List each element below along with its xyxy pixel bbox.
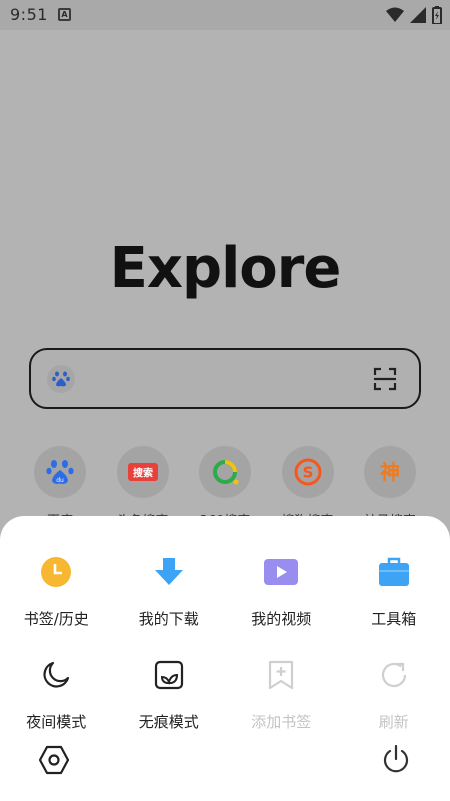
menu-incognito-mode[interactable]: 无痕模式 (113, 657, 226, 732)
menu-refresh[interactable]: 刷新 (338, 657, 450, 732)
bottom-menu-sheet: 书签/历史 我的下载 我的视频 工具箱 夜间模式 无痕模式 添加书签 刷新 (0, 516, 450, 801)
clock-icon (38, 554, 74, 590)
refresh-icon (376, 657, 412, 693)
logo-o: o (239, 236, 277, 301)
download-arrow-icon (151, 554, 187, 590)
moon-icon (38, 657, 74, 693)
svg-text:搜索: 搜索 (133, 467, 153, 480)
notification-badge-icon: A (58, 8, 71, 21)
menu-videos[interactable]: 我的视频 (225, 554, 338, 629)
logo-text: Explore (109, 236, 342, 301)
toolbox-icon (376, 554, 412, 590)
status-bar: 9:51 A (0, 0, 450, 30)
menu-label: 添加书签 (251, 713, 312, 731)
power-icon[interactable] (380, 744, 412, 776)
battery-icon (432, 6, 442, 24)
signal-icon (410, 7, 426, 23)
status-icons (386, 6, 442, 24)
svg-text:S: S (302, 464, 313, 482)
add-bookmark-icon (263, 657, 299, 693)
menu-bookmarks-history[interactable]: 书签/历史 (0, 554, 113, 629)
search-bar[interactable] (29, 348, 421, 409)
menu-grid: 书签/历史 我的下载 我的视频 工具箱 夜间模式 无痕模式 添加书签 刷新 (0, 554, 450, 732)
menu-toolbox[interactable]: 工具箱 (338, 554, 450, 629)
incognito-icon (151, 657, 187, 693)
wifi-icon (386, 7, 404, 22)
baidu-paw-icon (52, 371, 70, 387)
menu-downloads[interactable]: 我的下载 (113, 554, 226, 629)
menu-label: 无痕模式 (138, 713, 199, 731)
menu-add-bookmark[interactable]: 添加书签 (225, 657, 338, 732)
video-play-icon (263, 554, 299, 590)
shenma-icon: 神 (364, 446, 416, 498)
menu-label: 书签/历史 (23, 610, 89, 628)
menu-label: 工具箱 (371, 610, 417, 628)
sogou-icon: S (281, 446, 334, 498)
baidu-icon: du (34, 446, 86, 498)
menu-label: 我的下载 (138, 610, 199, 628)
explore-logo: Explore (0, 236, 450, 301)
svg-text:神: 神 (380, 460, 400, 484)
settings-hexagon-icon[interactable] (38, 744, 70, 776)
menu-label: 夜间模式 (26, 713, 87, 731)
toutiao-icon: 搜索 (116, 446, 169, 498)
sheet-footer (0, 744, 450, 784)
menu-night-mode[interactable]: 夜间模式 (0, 657, 113, 732)
menu-label: 我的视频 (251, 610, 312, 628)
360-icon (199, 446, 251, 498)
status-time: 9:51 (10, 5, 48, 24)
search-engine-button[interactable] (47, 365, 75, 393)
scan-icon[interactable] (373, 367, 397, 391)
menu-label: 刷新 (378, 713, 409, 731)
svg-text:du: du (56, 477, 64, 484)
